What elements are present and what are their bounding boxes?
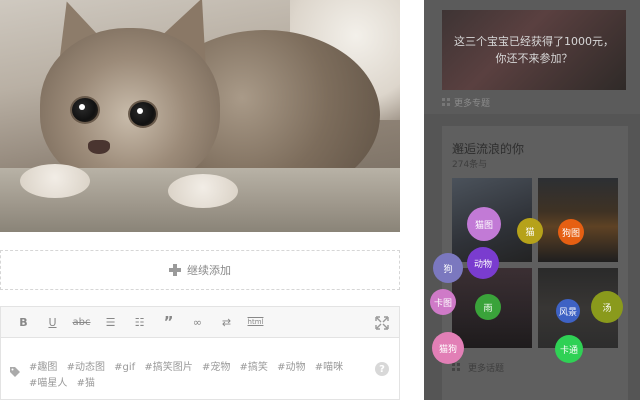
tag-item[interactable]: #喵咪 — [315, 360, 343, 376]
banner-text: 这三个宝宝已经获得了1000元，你还不来参加？ — [454, 35, 614, 65]
tag-icon — [9, 363, 21, 377]
tag-bubble[interactable]: 动物 — [467, 247, 499, 279]
grid-icon — [442, 98, 450, 106]
html-button[interactable]: html — [241, 310, 270, 334]
tag-item[interactable]: #动物 — [277, 360, 305, 376]
tag-bubble[interactable]: 猫 — [517, 218, 543, 244]
tag-item[interactable]: #gif — [114, 360, 135, 376]
tag-item[interactable]: #搞笑 — [240, 360, 268, 376]
numbered-list-button[interactable]: ☷ — [125, 310, 154, 334]
editor-toolbar: B U abc ☰ ☷ ” ∞ ⇄ html — [0, 306, 400, 338]
more-link[interactable]: 更多话题 — [468, 361, 504, 374]
tag-item[interactable]: #搞笑图片 — [144, 360, 192, 376]
uploaded-cat-photo[interactable] — [0, 0, 400, 232]
unlink-button[interactable]: ⇄ — [212, 310, 241, 334]
tag-bubble[interactable]: 雨 — [475, 294, 501, 320]
quote-button[interactable]: ” — [154, 310, 183, 334]
collection-title: 邂逅流浪的你 — [452, 142, 525, 156]
post-editor: 继续添加 B U abc ☰ ☷ ” ∞ ⇄ html #趣图 #动态图 #gi… — [0, 0, 400, 400]
plus-icon — [169, 264, 181, 276]
more-topics-link[interactable]: 更多专题 — [454, 96, 490, 109]
tag-bubble[interactable]: 汤 — [591, 291, 623, 323]
tag-item[interactable]: #猫 — [77, 376, 95, 392]
help-icon[interactable]: ? — [375, 362, 389, 376]
topic-card: 这三个宝宝已经获得了1000元，你还不来参加？ 更多专题 — [424, 0, 640, 114]
continue-add-button[interactable]: 继续添加 — [0, 250, 400, 290]
tag-input-area[interactable]: #趣图 #动态图 #gif #搞笑图片 #宠物 #搞笑 #动物 #喵咪 #喵星人… — [0, 338, 400, 400]
bold-button[interactable]: B — [9, 310, 38, 334]
grid-icon — [452, 363, 460, 371]
tag-bubble[interactable]: 风景 — [556, 299, 580, 323]
collection-count: 274条与 — [452, 160, 488, 170]
fullscreen-icon[interactable] — [375, 315, 389, 330]
tag-bubble[interactable]: 猫狗 — [432, 332, 464, 364]
tag-bubble[interactable]: 卡图 — [430, 289, 456, 315]
tag-item[interactable]: #动态图 — [67, 360, 105, 376]
tag-bubble[interactable]: 狗图 — [558, 219, 584, 245]
sidebar-overlay: 这三个宝宝已经获得了1000元，你还不来参加？ 更多专题 邂逅流浪的你 274条… — [424, 0, 640, 400]
tag-bubble[interactable]: 卡通 — [555, 335, 583, 363]
tag-item[interactable]: #趣图 — [29, 360, 57, 376]
tag-item[interactable]: #喵星人 — [29, 376, 67, 392]
tag-bubble[interactable]: 猫图 — [467, 207, 501, 241]
promo-banner[interactable]: 这三个宝宝已经获得了1000元，你还不来参加？ — [442, 10, 626, 90]
link-button[interactable]: ∞ — [183, 310, 212, 334]
strikethrough-button[interactable]: abc — [67, 310, 96, 334]
collection-thumbnail[interactable] — [538, 178, 618, 262]
underline-button[interactable]: U — [38, 310, 67, 334]
tag-list: #趣图 #动态图 #gif #搞笑图片 #宠物 #搞笑 #动物 #喵咪 #喵星人… — [29, 360, 365, 392]
continue-add-label: 继续添加 — [187, 264, 231, 277]
tag-bubble[interactable]: 狗 — [433, 253, 463, 283]
bullet-list-button[interactable]: ☰ — [96, 310, 125, 334]
tag-item[interactable]: #宠物 — [202, 360, 230, 376]
